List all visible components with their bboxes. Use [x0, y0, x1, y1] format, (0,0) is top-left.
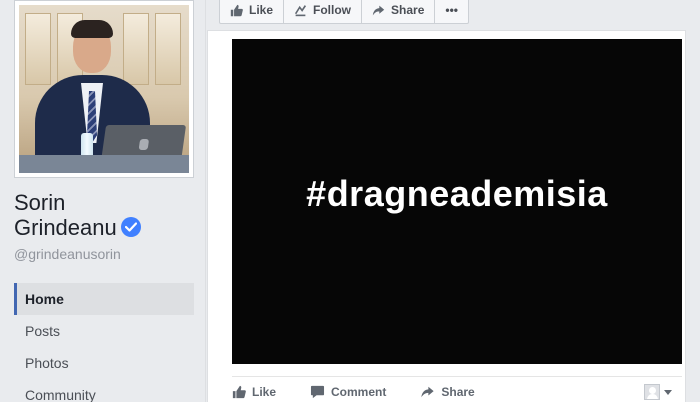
post-share-label: Share [441, 385, 475, 399]
post-card: #dragneademisia Like Comment Share [207, 30, 700, 402]
thumbs-up-icon [230, 4, 243, 16]
post-comment-label: Comment [331, 385, 387, 399]
nav-item-home[interactable]: Home [14, 283, 194, 315]
page-share-label: Share [391, 3, 425, 17]
post-divider [232, 376, 682, 377]
post-share-button[interactable]: Share [420, 385, 475, 399]
page-title[interactable]: Sorin Grindeanu [14, 190, 141, 240]
nav-item-posts[interactable]: Posts [14, 315, 194, 347]
page-title-line1: Sorin [14, 190, 66, 215]
page-like-button[interactable]: Like [220, 0, 285, 23]
share-arrow-icon [372, 5, 385, 15]
post-like-label: Like [252, 385, 277, 399]
page-share-button[interactable]: Share [362, 0, 436, 23]
more-icon: ••• [445, 3, 458, 17]
viewer-selector[interactable] [644, 384, 672, 400]
right-column-edge [685, 30, 700, 402]
thumbs-up-icon [232, 385, 246, 399]
post-action-bar: Like Comment Share [232, 381, 682, 402]
page-like-label: Like [249, 3, 274, 17]
nav-item-photos[interactable]: Photos [14, 347, 194, 379]
viewer-avatar-icon [644, 384, 660, 400]
share-arrow-icon [421, 386, 434, 398]
follow-icon [294, 4, 307, 16]
profile-picture[interactable] [14, 0, 194, 178]
post-like-button[interactable]: Like [232, 385, 276, 399]
nav-item-community[interactable]: Community [14, 379, 194, 402]
verified-badge-icon [120, 217, 141, 237]
page-follow-label: Follow [313, 3, 352, 17]
post-image-text: #dragneademisia [306, 172, 608, 214]
page-nav: Home Posts Photos Community [14, 283, 194, 402]
page-handle[interactable]: @grindeanusorin [14, 246, 121, 262]
post-comment-button[interactable]: Comment [310, 385, 386, 399]
comment-icon [310, 385, 325, 399]
page-sidebar: Sorin Grindeanu @grindeanusorin Home Pos… [0, 0, 206, 402]
page-follow-button[interactable]: Follow [284, 0, 363, 23]
profile-photo [19, 5, 189, 173]
chevron-down-icon [664, 389, 672, 395]
page-action-bar: Like Follow Share ••• [219, 0, 469, 24]
post-image[interactable]: #dragneademisia [232, 39, 682, 364]
page-title-line2: Grindeanu [14, 215, 117, 240]
more-options-button[interactable]: ••• [435, 0, 468, 23]
